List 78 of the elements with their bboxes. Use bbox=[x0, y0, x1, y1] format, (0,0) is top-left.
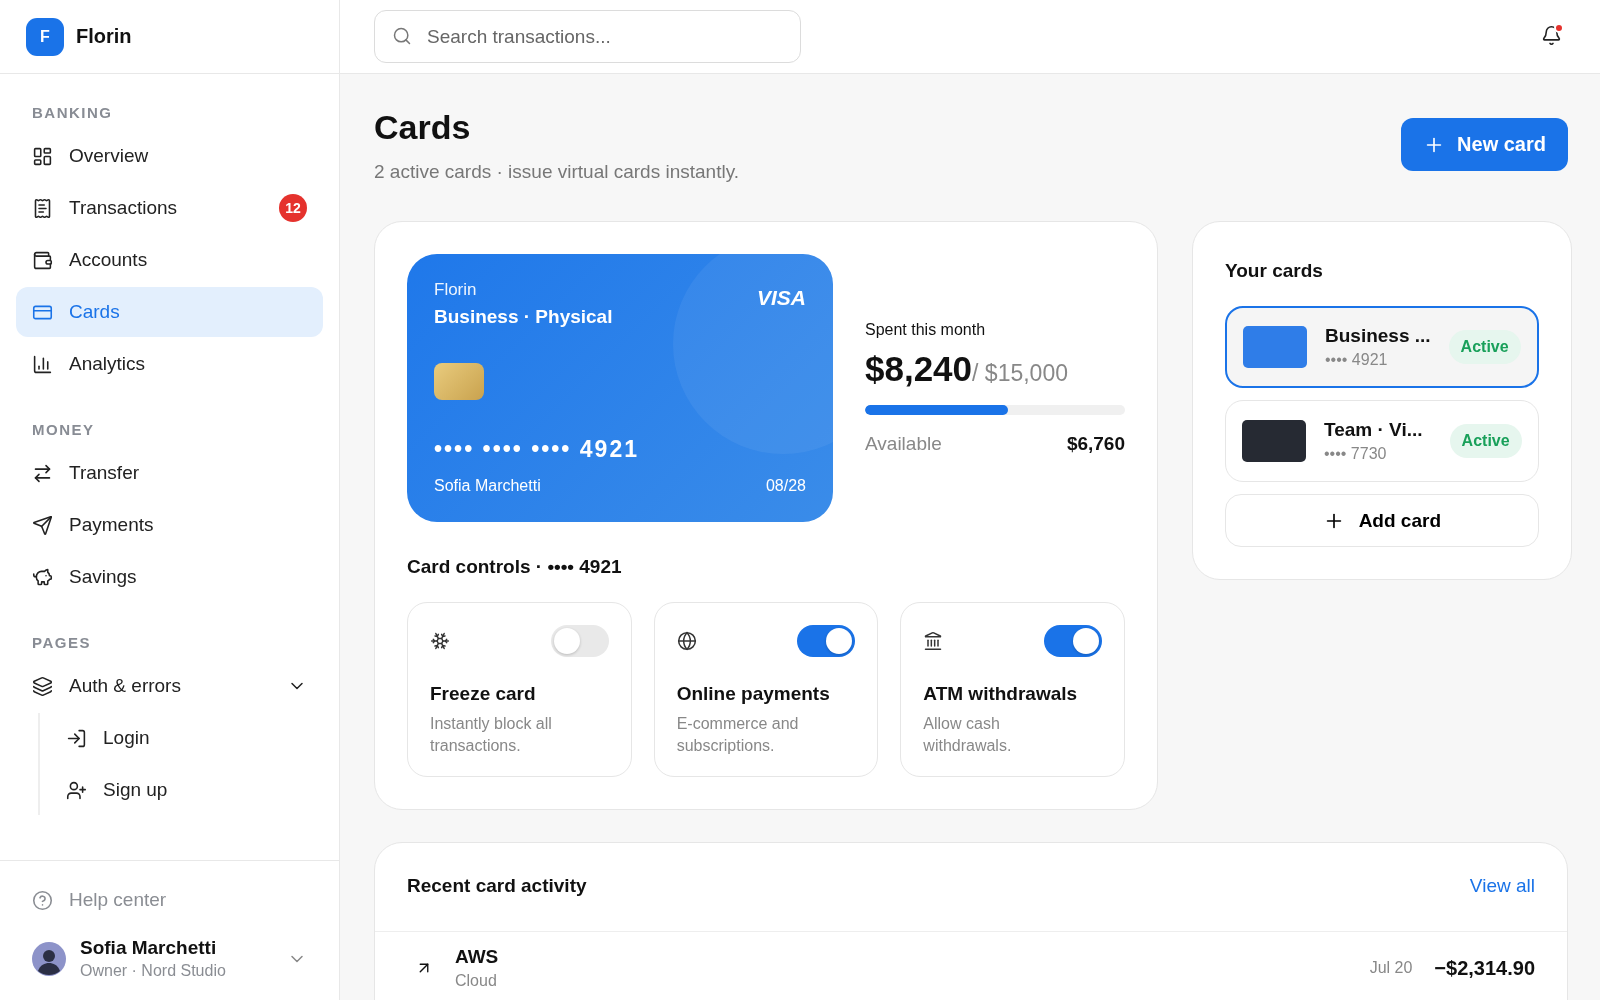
card-number: •••• •••• •••• 4921 bbox=[434, 436, 640, 463]
wallet-icon bbox=[32, 249, 53, 271]
control-description: E-commerce and subscriptions. bbox=[676, 714, 800, 756]
spend-label: Spent this month bbox=[865, 321, 987, 339]
sidebar-item[interactable]: Overview bbox=[16, 131, 323, 181]
sidebar-item[interactable]: Payments bbox=[16, 500, 323, 550]
spent-amount: $8,240 bbox=[865, 349, 973, 389]
card-network: VISA bbox=[757, 286, 806, 310]
card-list-item[interactable]: Team · Vi... •••• 7730 Active bbox=[1225, 400, 1539, 482]
card-name: Business ... bbox=[1325, 325, 1431, 347]
page-title: Cards bbox=[374, 108, 472, 147]
toggle-switch[interactable] bbox=[797, 625, 856, 657]
sidebar-item[interactable]: Analytics bbox=[16, 339, 323, 389]
control-title: ATM withdrawals bbox=[923, 683, 1079, 705]
section-title: MONEY bbox=[31, 420, 96, 440]
panel-title: Recent card activity bbox=[407, 875, 587, 898]
receipt-icon bbox=[32, 197, 53, 219]
brand-name: Florin bbox=[76, 25, 132, 48]
card-number: •••• 7730 bbox=[1324, 445, 1388, 463]
transaction-date: Jul 20 bbox=[1369, 959, 1413, 978]
search-icon bbox=[392, 26, 412, 46]
section-heading: Card controls · •••• 4921 bbox=[407, 556, 623, 578]
section-title: PAGES bbox=[31, 633, 92, 653]
view-all-link[interactable]: View all bbox=[1469, 875, 1535, 898]
sidebar-item[interactable]: Auth & errors bbox=[16, 661, 323, 711]
page-subtitle: 2 active cards · issue virtual cards instantly. bbox=[374, 161, 739, 183]
control-title: Online payments bbox=[676, 683, 831, 705]
transaction-amount: −$2,314.90 bbox=[1434, 956, 1535, 980]
arrows-icon bbox=[32, 462, 53, 484]
bank-icon bbox=[923, 631, 944, 651]
available-label: Available bbox=[865, 433, 942, 455]
sidebar-item[interactable]: Login bbox=[50, 713, 323, 763]
control-description: Allow cash withdrawals. bbox=[923, 714, 1013, 756]
card-number: •••• 4921 bbox=[1325, 351, 1389, 369]
card-name: Team · Vi... bbox=[1324, 419, 1424, 441]
user-role: Owner · Nord Studio bbox=[80, 962, 227, 980]
available-amount: $6,760 bbox=[1066, 433, 1125, 455]
sidebar-item[interactable]: Transfer bbox=[16, 448, 323, 498]
control-description: Instantly block all transactions. bbox=[430, 714, 553, 756]
section-title: BANKING bbox=[31, 103, 114, 123]
piggy-bank-icon bbox=[32, 566, 53, 588]
status-badge: Active bbox=[1449, 424, 1522, 458]
sidebar-item[interactable]: Cards bbox=[16, 287, 323, 337]
snowflake-icon bbox=[430, 631, 450, 651]
grid-icon bbox=[32, 145, 53, 167]
avatar bbox=[32, 941, 66, 976]
control-title: Freeze card bbox=[430, 683, 537, 705]
globe-icon bbox=[676, 631, 697, 651]
sidebar-item[interactable]: Transactions 12 bbox=[16, 183, 323, 233]
card-expiry: 08/28 bbox=[765, 477, 806, 495]
spend-limit: / $15,000 bbox=[972, 360, 1068, 386]
card-holder: Sofia Marchetti bbox=[434, 477, 541, 495]
send-icon bbox=[32, 514, 53, 536]
layers-icon bbox=[32, 675, 53, 697]
bar-chart-icon bbox=[32, 353, 53, 375]
user-plus-icon bbox=[66, 779, 87, 801]
search-field[interactable]: Search transactions... bbox=[374, 10, 801, 63]
sidebar-item[interactable]: Savings bbox=[16, 552, 323, 602]
toggle-switch[interactable] bbox=[1044, 625, 1102, 657]
status-badge: Active bbox=[1448, 330, 1521, 364]
login-icon bbox=[66, 727, 87, 749]
card-title: Business · Physical bbox=[434, 306, 613, 328]
sidebar-item[interactable]: Sign up bbox=[50, 765, 323, 815]
add-card-button[interactable]: Add card bbox=[1225, 494, 1539, 547]
card-list-item[interactable]: Business ... •••• 4921 Active bbox=[1225, 306, 1539, 388]
panel-title: Your cards bbox=[1225, 260, 1324, 282]
new-card-button[interactable]: New card bbox=[1401, 118, 1568, 171]
brand-logo: F bbox=[26, 17, 64, 56]
user-name: Sofia Marchetti bbox=[80, 937, 218, 959]
help-icon bbox=[32, 889, 53, 911]
chip-icon bbox=[434, 363, 484, 400]
toggle-switch[interactable] bbox=[550, 625, 609, 657]
bell-icon bbox=[1541, 24, 1562, 46]
merchant-name: AWS bbox=[455, 946, 500, 969]
sidebar-item[interactable]: Accounts bbox=[16, 235, 323, 285]
card-issuer: Florin bbox=[434, 280, 478, 300]
merchant-category: Cloud bbox=[455, 972, 498, 991]
count-badge: 12 bbox=[279, 194, 307, 222]
